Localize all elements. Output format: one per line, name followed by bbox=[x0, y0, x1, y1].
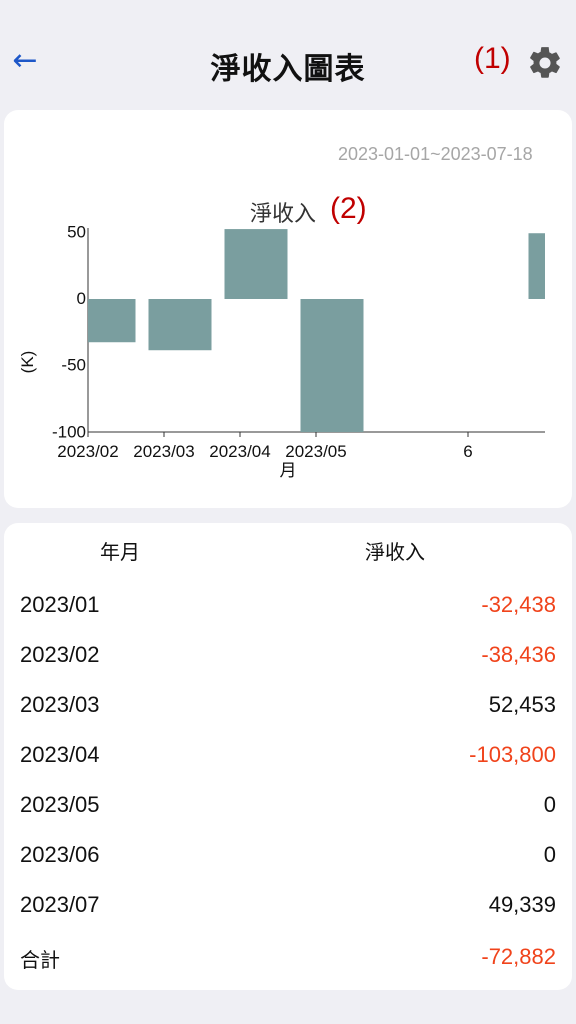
x-tick-label: 2023/03 bbox=[133, 442, 194, 461]
row-month: 2023/01 bbox=[20, 592, 100, 617]
row-net-income: 52,453 bbox=[488, 692, 556, 717]
x-tick-label: 6 bbox=[463, 442, 472, 461]
table-row: 2023/05 0 bbox=[20, 792, 556, 826]
total-value: -72,882 bbox=[481, 944, 556, 969]
x-tick-label: 2023/04 bbox=[209, 442, 270, 461]
row-month: 2023/02 bbox=[20, 642, 100, 667]
row-month: 2023/04 bbox=[20, 742, 100, 767]
column-header-month: 年月 bbox=[100, 540, 140, 564]
y-tick-label: -50 bbox=[61, 356, 86, 375]
total-label: 合計 bbox=[20, 948, 60, 972]
x-axis-label: 月 bbox=[280, 461, 297, 480]
bar-2023/02 bbox=[148, 299, 212, 351]
row-net-income: 0 bbox=[543, 792, 556, 817]
total-row: 合計 -72,882 bbox=[20, 944, 556, 978]
row-net-income: 49,339 bbox=[488, 892, 556, 917]
bar-2023/07 bbox=[528, 233, 545, 299]
x-tick-label: 2023/05 bbox=[285, 442, 346, 461]
row-net-income: 0 bbox=[543, 842, 556, 867]
row-month: 2023/05 bbox=[20, 792, 100, 817]
bar-2023/01 bbox=[88, 299, 136, 343]
bar-2023/04 bbox=[300, 299, 364, 432]
x-tick-label: 2023/02 bbox=[57, 442, 118, 461]
y-tick-label: 0 bbox=[77, 289, 86, 308]
row-month: 2023/03 bbox=[20, 692, 100, 717]
table-row: 2023/07 49,339 bbox=[20, 892, 556, 926]
table-row: 2023/04 -103,800 bbox=[20, 742, 556, 776]
column-header-net-income: 淨收入 bbox=[365, 540, 425, 564]
row-net-income: -38,436 bbox=[481, 642, 556, 667]
row-net-income: -32,438 bbox=[481, 592, 556, 617]
y-axis-label: (K) bbox=[18, 351, 37, 374]
row-month: 2023/06 bbox=[20, 842, 100, 867]
table-row: 2023/02 -38,436 bbox=[20, 642, 556, 676]
row-net-income: -103,800 bbox=[469, 742, 556, 767]
table-row: 2023/06 0 bbox=[20, 842, 556, 876]
bar-2023/03 bbox=[224, 229, 288, 299]
y-tick-label: -100 bbox=[52, 422, 86, 441]
y-tick-label: 50 bbox=[67, 222, 86, 241]
table-row: 2023/01 -32,438 bbox=[20, 592, 556, 626]
net-income-bar-chart: 50 0 -50 -1002023/02 2023/03 2023/04 2023/05 6 月… bbox=[18, 222, 545, 480]
row-month: 2023/07 bbox=[20, 892, 100, 917]
table-row: 2023/03 52,453 bbox=[20, 692, 556, 726]
